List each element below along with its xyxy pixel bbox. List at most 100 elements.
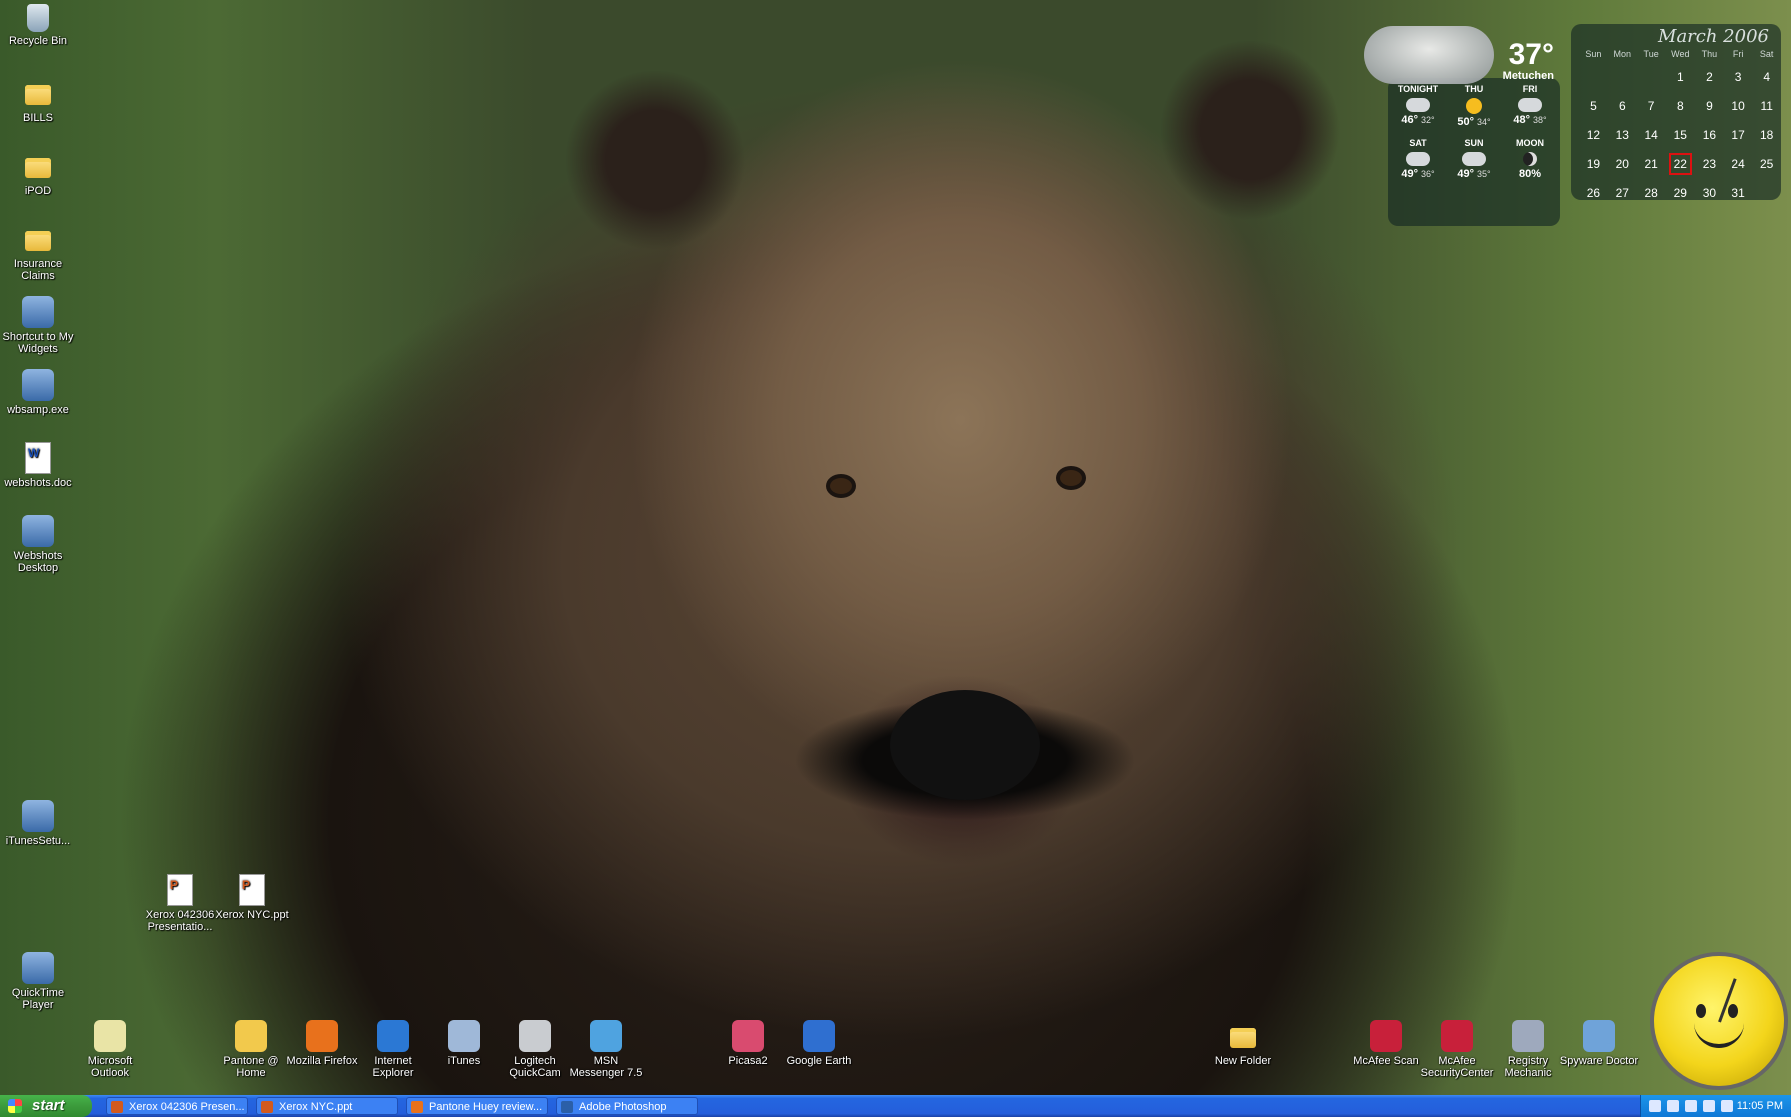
cloud-icon (1406, 98, 1430, 112)
forecast-day-label: THU (1464, 84, 1484, 94)
quicktime-player-desktop-icon[interactable]: QuickTime Player (0, 952, 78, 1011)
calendar-day[interactable]: 4 (1752, 62, 1781, 91)
task-pantone-huey-button[interactable]: Pantone Huey review... (406, 1097, 548, 1115)
calendar-day[interactable]: 27 (1608, 178, 1637, 207)
tray-update-icon[interactable] (1721, 1100, 1733, 1112)
mcafee-scan-label: McAfee Scan (1353, 1055, 1419, 1067)
calendar-day[interactable]: 8 (1666, 91, 1696, 120)
tray-pen-icon[interactable] (1649, 1100, 1661, 1112)
internet-explorer-icon (377, 1020, 409, 1052)
forecast-low: 32° (1421, 115, 1435, 125)
tray-monitor-icon[interactable] (1667, 1100, 1679, 1112)
itunes-setup-desktop-icon[interactable]: iTunesSetu... (0, 800, 78, 847)
calendar-day[interactable]: 11 (1752, 91, 1781, 120)
calendar-day[interactable]: 2 (1695, 62, 1724, 91)
spyware-doctor-icon (1583, 1020, 1615, 1052)
internet-explorer-desktop-icon[interactable]: Internet Explorer (353, 1020, 433, 1079)
mcafee-securitycenter-desktop-icon[interactable]: McAfee SecurityCenter (1417, 1020, 1497, 1079)
calendar-day[interactable]: 16 (1695, 120, 1724, 149)
calendar-day[interactable]: 14 (1637, 120, 1666, 149)
recycle-bin-desktop-icon[interactable]: Recycle Bin (0, 4, 78, 47)
task-adobe-photoshop-button[interactable]: Adobe Photoshop (556, 1097, 698, 1115)
xerox-042306-presentation-desktop-icon[interactable]: Xerox 042306 Presentatio... (140, 874, 220, 933)
calendar-day[interactable]: 13 (1608, 120, 1637, 149)
tray-network-icon[interactable] (1703, 1100, 1715, 1112)
calendar-day[interactable]: 10 (1724, 91, 1753, 120)
calendar-day-today[interactable]: 22 (1666, 149, 1696, 178)
microsoft-outlook-desktop-icon[interactable]: Microsoft Outlook (70, 1020, 150, 1079)
calendar-day[interactable]: 21 (1637, 149, 1666, 178)
weekday-header: Mon (1613, 49, 1632, 59)
spyware-doctor-desktop-icon[interactable]: Spyware Doctor (1559, 1020, 1639, 1067)
logitech-quickcam-icon (519, 1020, 551, 1052)
tray-help-icon[interactable] (1685, 1100, 1697, 1112)
calendar-day[interactable]: 26 (1579, 178, 1608, 207)
new-folder-icon (1230, 1028, 1256, 1048)
calendar-day-number: 17 (1731, 127, 1745, 142)
weather-gadget[interactable]: 37° Metuchen TONIGHT 46° 32° THU 50° 34° FRI… (1364, 26, 1560, 226)
calendar-day[interactable]: 15 (1666, 120, 1696, 149)
calendar-day[interactable]: 5 (1579, 91, 1608, 120)
task-xerox-nyc-button[interactable]: Xerox NYC.ppt (256, 1097, 398, 1115)
forecast-high: 49° (1457, 168, 1474, 180)
calendar-day (1637, 62, 1666, 91)
calendar-day[interactable]: 23 (1695, 149, 1724, 178)
websots-doc-desktop-icon[interactable]: webshots.doc (0, 442, 78, 489)
mcafee-scan-desktop-icon[interactable]: McAfee Scan (1346, 1020, 1426, 1067)
itunes-label: iTunes (447, 1055, 481, 1067)
calendar-day[interactable]: 1 (1666, 62, 1696, 91)
ipod-folder-label: iPOD (24, 185, 52, 197)
xerox-nyc-ppt-desktop-icon[interactable]: Xerox NYC.ppt (212, 874, 292, 921)
picasa2-desktop-icon[interactable]: Picasa2 (708, 1020, 788, 1067)
cloud-icon (1518, 98, 1542, 112)
insurance-claims-folder-desktop-icon[interactable]: Insurance Claims (0, 223, 78, 282)
calendar-day[interactable]: 12 (1579, 120, 1608, 149)
registry-mechanic-desktop-icon[interactable]: Registry Mechanic (1488, 1020, 1568, 1079)
calendar-day[interactable]: 6 (1608, 91, 1637, 120)
wbsamp-exe-desktop-icon[interactable]: wbsamp.exe (0, 369, 78, 416)
taskbar-clock[interactable]: 11:05 PM (1737, 1095, 1783, 1117)
calendar-title: March 2006 (1658, 26, 1769, 47)
calendar-day[interactable]: 31 (1724, 178, 1753, 207)
webshots-desktop-desktop-icon[interactable]: Webshots Desktop (0, 515, 78, 574)
webshots-desktop-label: Webshots Desktop (13, 550, 63, 574)
google-earth-desktop-icon[interactable]: Google Earth (779, 1020, 859, 1067)
system-tray: 11:05 PM (1640, 1095, 1791, 1117)
calendar-day-number: 2 (1706, 69, 1713, 84)
forecast-day-label: TONIGHT (1397, 84, 1439, 94)
calendar-day[interactable]: 17 (1724, 120, 1753, 149)
msn-messenger-desktop-icon[interactable]: MSN Messenger 7.5 (566, 1020, 646, 1079)
start-button[interactable]: start (0, 1095, 92, 1117)
moon-icon (1523, 152, 1537, 166)
calendar-day[interactable]: 28 (1637, 178, 1666, 207)
calendar-day[interactable]: 30 (1695, 178, 1724, 207)
calendar-day[interactable]: 7 (1637, 91, 1666, 120)
calendar-day[interactable]: 18 (1752, 120, 1781, 149)
calendar-grid: Sun Mon Tue Wed Thu Fri Sat 1 2 3 4 5 6 7 8 9 10 11 12 13 1… (1579, 46, 1781, 207)
calendar-day[interactable]: 25 (1752, 149, 1781, 178)
calendar-day[interactable]: 9 (1695, 91, 1724, 120)
logitech-quickcam-desktop-icon[interactable]: Logitech QuickCam (495, 1020, 575, 1079)
bills-folder-desktop-icon[interactable]: BILLS (0, 77, 78, 124)
xerox-nyc-ppt-icon (239, 874, 265, 906)
calendar-day-number: 26 (1586, 185, 1601, 200)
google-earth-icon (803, 1020, 835, 1052)
calendar-day[interactable]: 20 (1608, 149, 1637, 178)
calendar-day[interactable]: 3 (1724, 62, 1753, 91)
calendar-gadget[interactable]: March 2006 Sun Mon Tue Wed Thu Fri Sat 1234567… (1571, 24, 1781, 200)
smiley-clock-gadget[interactable] (1650, 952, 1788, 1090)
my-widgets-shortcut-desktop-icon[interactable]: Shortcut to My Widgets (0, 296, 78, 355)
ipod-folder-desktop-icon[interactable]: iPOD (0, 150, 78, 197)
forecast-low: 36° (1421, 169, 1435, 179)
calendar-day[interactable]: 24 (1724, 149, 1753, 178)
forecast-temps: 46° 32° (1390, 114, 1446, 126)
calendar-day[interactable]: 19 (1579, 149, 1608, 178)
task-xerox-presentation-button[interactable]: Xerox 042306 Presen... (106, 1097, 248, 1115)
calendar-day[interactable]: 29 (1666, 178, 1696, 207)
weekday-header: Sun (1585, 49, 1602, 59)
picasa2-icon (732, 1020, 764, 1052)
mozilla-firefox-desktop-icon[interactable]: Mozilla Firefox (282, 1020, 362, 1067)
itunes-desktop-icon[interactable]: iTunes (424, 1020, 504, 1067)
new-folder-desktop-icon[interactable]: New Folder (1203, 1020, 1283, 1067)
pantone-at-home-desktop-icon[interactable]: Pantone @ Home (211, 1020, 291, 1079)
